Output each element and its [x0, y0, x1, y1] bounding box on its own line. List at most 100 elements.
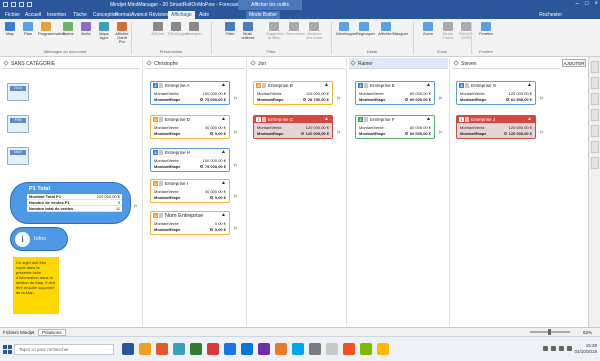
- side-tab-icon[interactable]: [591, 77, 599, 89]
- ribbon-button-0[interactable]: Map: [2, 22, 18, 36]
- tab-0[interactable]: Fichier: [2, 11, 23, 19]
- taskbar-app-icon[interactable]: [309, 343, 321, 355]
- formula-icon[interactable]: fx: [439, 95, 442, 100]
- taskbar-app-icon[interactable]: [258, 343, 270, 355]
- collapse-caret-icon[interactable]: ▲: [221, 116, 226, 122]
- collapse-caret-icon[interactable]: ▲: [221, 180, 226, 186]
- ribbon-button-15[interactable]: Développer: [336, 22, 356, 36]
- ribbon-button-17[interactable]: Afficher/Masquer: [378, 22, 408, 36]
- formula-icon[interactable]: fx: [234, 225, 237, 230]
- taskbar-app-icon[interactable]: [190, 343, 202, 355]
- lane-header-0[interactable]: SANS CATÉGORIE: [2, 58, 140, 69]
- tab-mode-boitier[interactable]: Mode Boitier: [246, 11, 281, 19]
- deal-card[interactable]: 2 Entreprise F ▲ MontantVente 80 000,00 € Mon…: [355, 115, 435, 139]
- formula-icon[interactable]: fx: [337, 95, 340, 100]
- tab-2[interactable]: Insertion: [44, 11, 69, 19]
- window-controls[interactable]: – □ ×: [576, 1, 598, 7]
- collapse-caret-icon[interactable]: ▲: [527, 82, 532, 88]
- ribbon-button-11[interactable]: Multi-critères: [240, 22, 256, 40]
- lane-header-1[interactable]: Christophe: [145, 58, 245, 69]
- collapse-caret-icon[interactable]: ▲: [221, 212, 226, 218]
- minimize-icon[interactable]: –: [576, 1, 579, 7]
- ribbon-button-19[interactable]: Mode Focus: [440, 22, 456, 40]
- formula-icon[interactable]: fx: [234, 162, 237, 167]
- taskbar-app-icon[interactable]: [360, 343, 372, 355]
- infos-topic[interactable]: i Infos: [10, 227, 68, 251]
- taskbar-app-icon[interactable]: [139, 343, 151, 355]
- lane-header-2[interactable]: Jon: [249, 58, 345, 69]
- ribbon-button-13[interactable]: Renommer: [286, 22, 306, 36]
- ribbon-button-18[interactable]: Zoom: [420, 22, 436, 36]
- ribbon-button-4[interactable]: Boîte: [78, 22, 94, 36]
- taskbar-app-icon[interactable]: [122, 343, 134, 355]
- formula-icon[interactable]: fx: [540, 95, 543, 100]
- tab-3[interactable]: Tâche: [70, 11, 90, 19]
- zoom-handle[interactable]: [548, 329, 551, 335]
- collapse-caret-icon[interactable]: ▲: [221, 149, 226, 155]
- deal-card[interactable]: 4 Entreprise I ▲ MontantVente 40 000,00 € Mon…: [150, 179, 230, 203]
- pin-icon[interactable]: [453, 60, 459, 66]
- formula-icon[interactable]: fx: [337, 129, 340, 134]
- formula-icon[interactable]: fx: [234, 193, 237, 198]
- taskbar-app-icon[interactable]: [224, 343, 236, 355]
- taskbar-app-icon[interactable]: [173, 343, 185, 355]
- side-tab-icon[interactable]: [591, 125, 599, 137]
- pin-icon[interactable]: [350, 60, 356, 66]
- side-tab-icon[interactable]: [591, 61, 599, 73]
- formula-icon[interactable]: fx: [134, 203, 137, 208]
- deal-card[interactable]: 3 Entreprise G ▲ MontantVente 125 000,00 € Mo…: [456, 81, 536, 105]
- ribbon-button-14[interactable]: Gestion des vues: [306, 22, 322, 40]
- ribbon-button-7[interactable]: Afficher: [150, 22, 166, 36]
- side-tab-icon[interactable]: [591, 141, 599, 153]
- deal-card[interactable]: 2 Entreprise A ▲ MontantVente 100 000,00 € Mo…: [150, 81, 230, 105]
- deal-card[interactable]: 3 Entreprise D ▲ MontantVente 40 000,00 € Mon…: [150, 115, 230, 139]
- formula-icon[interactable]: fx: [234, 95, 237, 100]
- taskbar-app-icon[interactable]: [377, 343, 389, 355]
- clock[interactable]: 15:38 03/10/2018: [574, 343, 597, 355]
- ribbon-button-9[interactable]: Masquer: [186, 22, 202, 36]
- p1-total-topic[interactable]: P1 Total Montant Total P1 220 000,00 € Nom…: [10, 182, 131, 224]
- formula-icon[interactable]: fx: [540, 129, 543, 134]
- collapse-caret-icon[interactable]: ▲: [426, 82, 431, 88]
- add-button[interactable]: AJOUTER: [562, 59, 586, 67]
- collapse-caret-icon[interactable]: ▲: [324, 116, 329, 122]
- deal-card[interactable]: 1 Entreprise C ▲ MontantVente 120 000,00 € Mo…: [253, 115, 333, 139]
- formula-icon[interactable]: fx: [439, 129, 442, 134]
- ribbon-button-12[interactable]: Supprimer le filtre: [266, 22, 284, 40]
- ribbon-button-6[interactable]: Afficher Gantt Pro: [114, 22, 130, 44]
- deal-card[interactable]: 2 Entreprise H ▲ MontantVente 100 000,00 € Mo…: [150, 148, 230, 172]
- collapse-caret-icon[interactable]: ▲: [324, 82, 329, 88]
- lane-header-3[interactable]: Rainer: [349, 58, 448, 69]
- taskbar-search-input[interactable]: Taper ici pour rechercher: [14, 344, 114, 355]
- taskbar-app-icon[interactable]: [156, 343, 168, 355]
- taskbar-app-icon[interactable]: [292, 343, 304, 355]
- sheet-tab[interactable]: Polaisons: [38, 329, 66, 336]
- side-tab-icon[interactable]: [591, 93, 599, 105]
- pin-icon[interactable]: [3, 60, 9, 66]
- taskbar-app-icon[interactable]: [275, 343, 287, 355]
- side-tab-icon[interactable]: [591, 157, 599, 169]
- deal-card[interactable]: 1 Entreprise J ▲ MontantVente 120 000,00 € Mo…: [456, 115, 536, 139]
- formula-icon[interactable]: fx: [234, 129, 237, 134]
- ribbon-button-16[interactable]: Regrouper: [356, 22, 375, 36]
- taskbar-app-icon[interactable]: [207, 343, 219, 355]
- ribbon-button-1[interactable]: Plan: [20, 22, 36, 36]
- tab-1[interactable]: Accueil: [22, 11, 44, 19]
- zoom-slider[interactable]: [530, 329, 570, 335]
- taskbar-app-icon[interactable]: [343, 343, 355, 355]
- ribbon-button-5[interactable]: Maps Agro: [96, 22, 112, 40]
- collapse-caret-icon[interactable]: ▲: [426, 116, 431, 122]
- right-side-panel-bar[interactable]: [588, 57, 600, 327]
- period-slot[interactable]: FEB: [7, 115, 29, 133]
- user-name[interactable]: Rochester: [539, 12, 562, 18]
- system-tray[interactable]: [543, 346, 572, 351]
- start-icon[interactable]: [3, 345, 12, 354]
- ribbon-button-21[interactable]: Fenêtre: [478, 22, 494, 36]
- collapse-caret-icon[interactable]: ▲: [527, 116, 532, 122]
- taskbar-app-icon[interactable]: [241, 343, 253, 355]
- taskbar-app-icon[interactable]: [326, 343, 338, 355]
- lane-header-4[interactable]: Steven: [452, 58, 560, 69]
- maximize-icon[interactable]: □: [585, 1, 589, 7]
- yellow-note[interactable]: Ce sujet doit être copié dans la présent…: [13, 257, 59, 314]
- map-canvas[interactable]: AJOUTER P1 Total Montant Total P1 220 000…: [0, 57, 588, 327]
